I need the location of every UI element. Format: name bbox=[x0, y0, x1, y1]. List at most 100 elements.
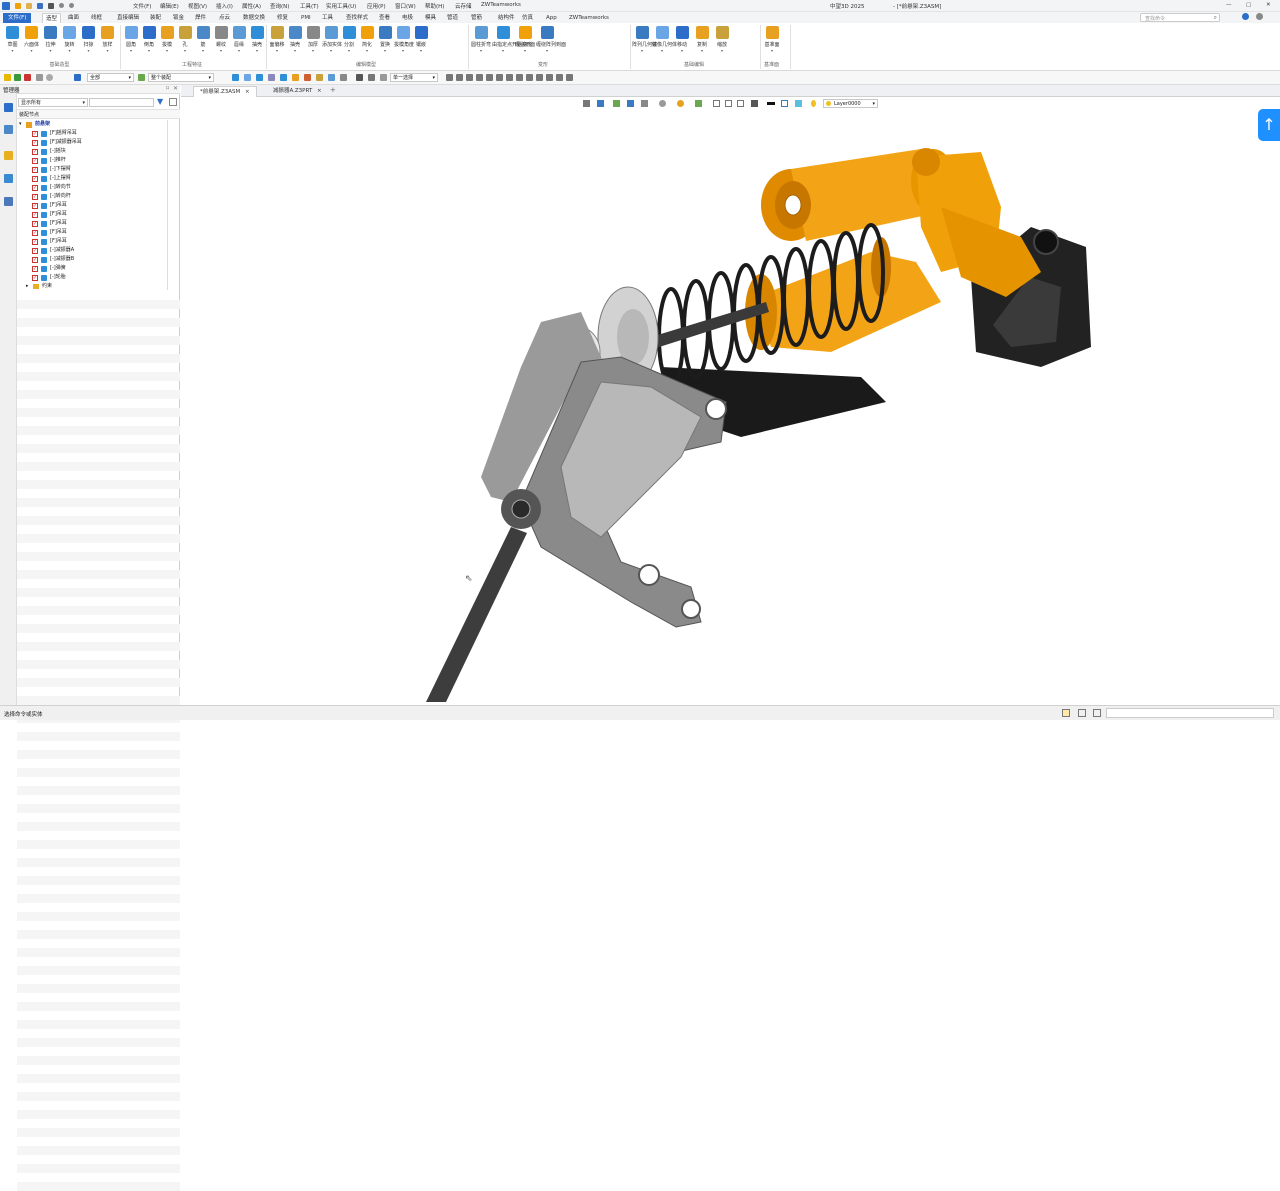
visibility-checkbox[interactable] bbox=[32, 274, 38, 283]
ribbon-button[interactable]: 圆角 ▾ bbox=[122, 26, 140, 53]
ribbon-button[interactable]: 圆柱折弯 ▾ bbox=[470, 26, 492, 53]
display-style-icon[interactable] bbox=[751, 100, 758, 107]
ribbon-button[interactable]: 复制 ▾ bbox=[692, 26, 712, 53]
appearance-icon[interactable] bbox=[677, 100, 684, 107]
suspension-model[interactable] bbox=[181, 97, 1280, 705]
layers-icon[interactable] bbox=[4, 151, 13, 160]
doc-tab[interactable]: 减振器A.Z3PRT × bbox=[267, 86, 328, 97]
snap-center-icon[interactable] bbox=[476, 74, 483, 81]
visibility-checkbox[interactable] bbox=[32, 247, 38, 256]
visibility-checkbox[interactable] bbox=[32, 130, 38, 139]
save-all-icon[interactable] bbox=[47, 3, 54, 9]
doc-tab-active[interactable]: *前悬架.Z3ASM × bbox=[193, 86, 257, 97]
view-cube-icon[interactable] bbox=[597, 100, 604, 107]
funnel-icon[interactable]: ▼ bbox=[157, 98, 163, 106]
ribbon-tab[interactable]: 查找样式 bbox=[343, 13, 371, 23]
menu-item[interactable]: 属性(A) bbox=[242, 2, 261, 10]
select-icon[interactable] bbox=[4, 74, 11, 81]
ribbon-button[interactable]: 孔 ▾ bbox=[176, 26, 194, 53]
snap-intersect-icon[interactable] bbox=[556, 74, 563, 81]
pick-part-icon[interactable] bbox=[292, 74, 299, 81]
ribbon-tab[interactable]: 工具 bbox=[319, 13, 336, 23]
visibility-checkbox[interactable] bbox=[32, 193, 38, 202]
visibility-checkbox[interactable] bbox=[32, 265, 38, 274]
pick-feature-icon[interactable] bbox=[340, 74, 347, 81]
view-frame-icon[interactable] bbox=[781, 100, 788, 107]
assembly-manager-icon[interactable] bbox=[4, 103, 13, 112]
tree-item[interactable]: [-]弹簧 bbox=[17, 264, 167, 274]
visibility-checkbox[interactable] bbox=[32, 175, 38, 184]
ribbon-button[interactable]: 阵列几何体 ▾ bbox=[632, 26, 657, 53]
tree-item[interactable]: [F]摇臂吊耳 bbox=[17, 129, 167, 139]
light-bulb-icon[interactable] bbox=[811, 100, 816, 107]
snap-quadrant-icon[interactable] bbox=[566, 74, 573, 81]
pick-body-icon[interactable] bbox=[280, 74, 287, 81]
tree-item[interactable]: [-]转向杆 bbox=[17, 192, 167, 202]
menu-item[interactable]: 云存储 bbox=[455, 2, 472, 10]
background-icon[interactable] bbox=[767, 102, 775, 105]
box-select-icon[interactable] bbox=[36, 74, 43, 81]
snap-perp-icon[interactable] bbox=[536, 74, 543, 81]
menu-item[interactable]: 帮助(H) bbox=[425, 2, 444, 10]
visibility-checkbox[interactable] bbox=[32, 157, 38, 166]
panel-close-icon[interactable]: ✕ bbox=[173, 85, 178, 92]
visibility-checkbox[interactable] bbox=[32, 148, 38, 157]
tree-item[interactable]: [F]吊耳 bbox=[17, 219, 167, 229]
ribbon-button[interactable]: 缠绕到面 ▾ bbox=[514, 26, 536, 53]
tree-item[interactable]: [-]上摆臂 bbox=[17, 174, 167, 184]
menu-item[interactable]: 插入(I) bbox=[216, 2, 233, 10]
snap-mid-icon[interactable] bbox=[466, 74, 473, 81]
history-icon[interactable] bbox=[4, 125, 13, 134]
tree-root[interactable]: ▾ 前悬架 bbox=[17, 120, 167, 129]
ribbon-tab[interactable]: 直接编辑 bbox=[114, 13, 142, 23]
save-icon[interactable] bbox=[36, 3, 43, 9]
menu-item[interactable]: 文件(F) bbox=[133, 2, 151, 10]
filter-remove-icon[interactable] bbox=[24, 74, 31, 81]
tree-item[interactable]: [-]推杆 bbox=[17, 156, 167, 166]
visibility-checkbox[interactable] bbox=[32, 166, 38, 175]
view-manager-icon[interactable] bbox=[4, 174, 13, 183]
menu-item[interactable]: 工具(T) bbox=[300, 2, 319, 10]
ribbon-button[interactable]: 拉伸 ▾ bbox=[41, 26, 60, 53]
ribbon-button[interactable]: 筋 ▾ bbox=[194, 26, 212, 53]
ribbon-button[interactable]: 抽壳 ▾ bbox=[286, 26, 304, 53]
screen-icon[interactable] bbox=[1078, 709, 1086, 717]
settings-icon[interactable] bbox=[1256, 13, 1263, 20]
search-box[interactable]: 查找命令 ⌕ bbox=[1140, 13, 1220, 22]
add-tab-icon[interactable]: + bbox=[330, 86, 336, 94]
pick-datum-icon[interactable] bbox=[316, 74, 323, 81]
menu-item[interactable]: 查询(N) bbox=[270, 2, 289, 10]
snap-tangent-icon[interactable] bbox=[526, 74, 533, 81]
ribbon-tab[interactable]: 查看 bbox=[376, 13, 393, 23]
layer-dropdown[interactable]: Layer0000 ▾ bbox=[823, 99, 878, 108]
panel-pin-icon[interactable]: ⌑ bbox=[166, 85, 169, 92]
ribbon-button[interactable]: 简化 ▾ bbox=[358, 26, 376, 53]
ribbon-tab[interactable]: PMI bbox=[298, 13, 314, 23]
ribbon-tab[interactable]: App bbox=[543, 13, 560, 23]
pick-curve-icon[interactable] bbox=[328, 74, 335, 81]
ribbon-tab[interactable]: ZWTeamworks bbox=[566, 13, 612, 23]
ribbon-tab[interactable]: 焊件 bbox=[192, 13, 209, 23]
ribbon-tab[interactable]: 管筋 bbox=[468, 13, 485, 23]
filter-icon[interactable] bbox=[74, 74, 81, 81]
search-icon[interactable]: ⌕ bbox=[1214, 14, 1217, 22]
rocker-arm[interactable] bbox=[481, 312, 727, 628]
search-input[interactable]: 查找命令 bbox=[1145, 15, 1165, 22]
expand-icon[interactable]: ▾ bbox=[19, 120, 22, 129]
menu-item[interactable]: 编辑(E) bbox=[160, 2, 179, 10]
ribbon-tab[interactable]: 电极 bbox=[399, 13, 416, 23]
snap-surface-icon[interactable] bbox=[506, 74, 513, 81]
ribbon-tab[interactable]: 模具 bbox=[422, 13, 439, 23]
tree-item[interactable]: [F]减振器吊耳 bbox=[17, 138, 167, 148]
view-orient-icon[interactable] bbox=[583, 100, 590, 107]
ribbon-button[interactable]: 唇缘 ▾ bbox=[230, 26, 248, 53]
ribbon-button[interactable]: 面偏移 ▾ bbox=[268, 26, 286, 53]
3d-viewport[interactable] bbox=[181, 97, 1280, 705]
ribbon-button[interactable]: 缩放 ▾ bbox=[712, 26, 732, 53]
tree-constraints[interactable]: ▸ 约束 bbox=[17, 282, 167, 291]
new-file-icon[interactable] bbox=[14, 3, 21, 9]
minimize-button[interactable]: — bbox=[1226, 2, 1232, 8]
zoom-fit-icon[interactable] bbox=[713, 100, 720, 107]
ribbon-button[interactable]: 拔模角度 ▾ bbox=[394, 26, 414, 53]
snap-line-icon[interactable] bbox=[486, 74, 493, 81]
